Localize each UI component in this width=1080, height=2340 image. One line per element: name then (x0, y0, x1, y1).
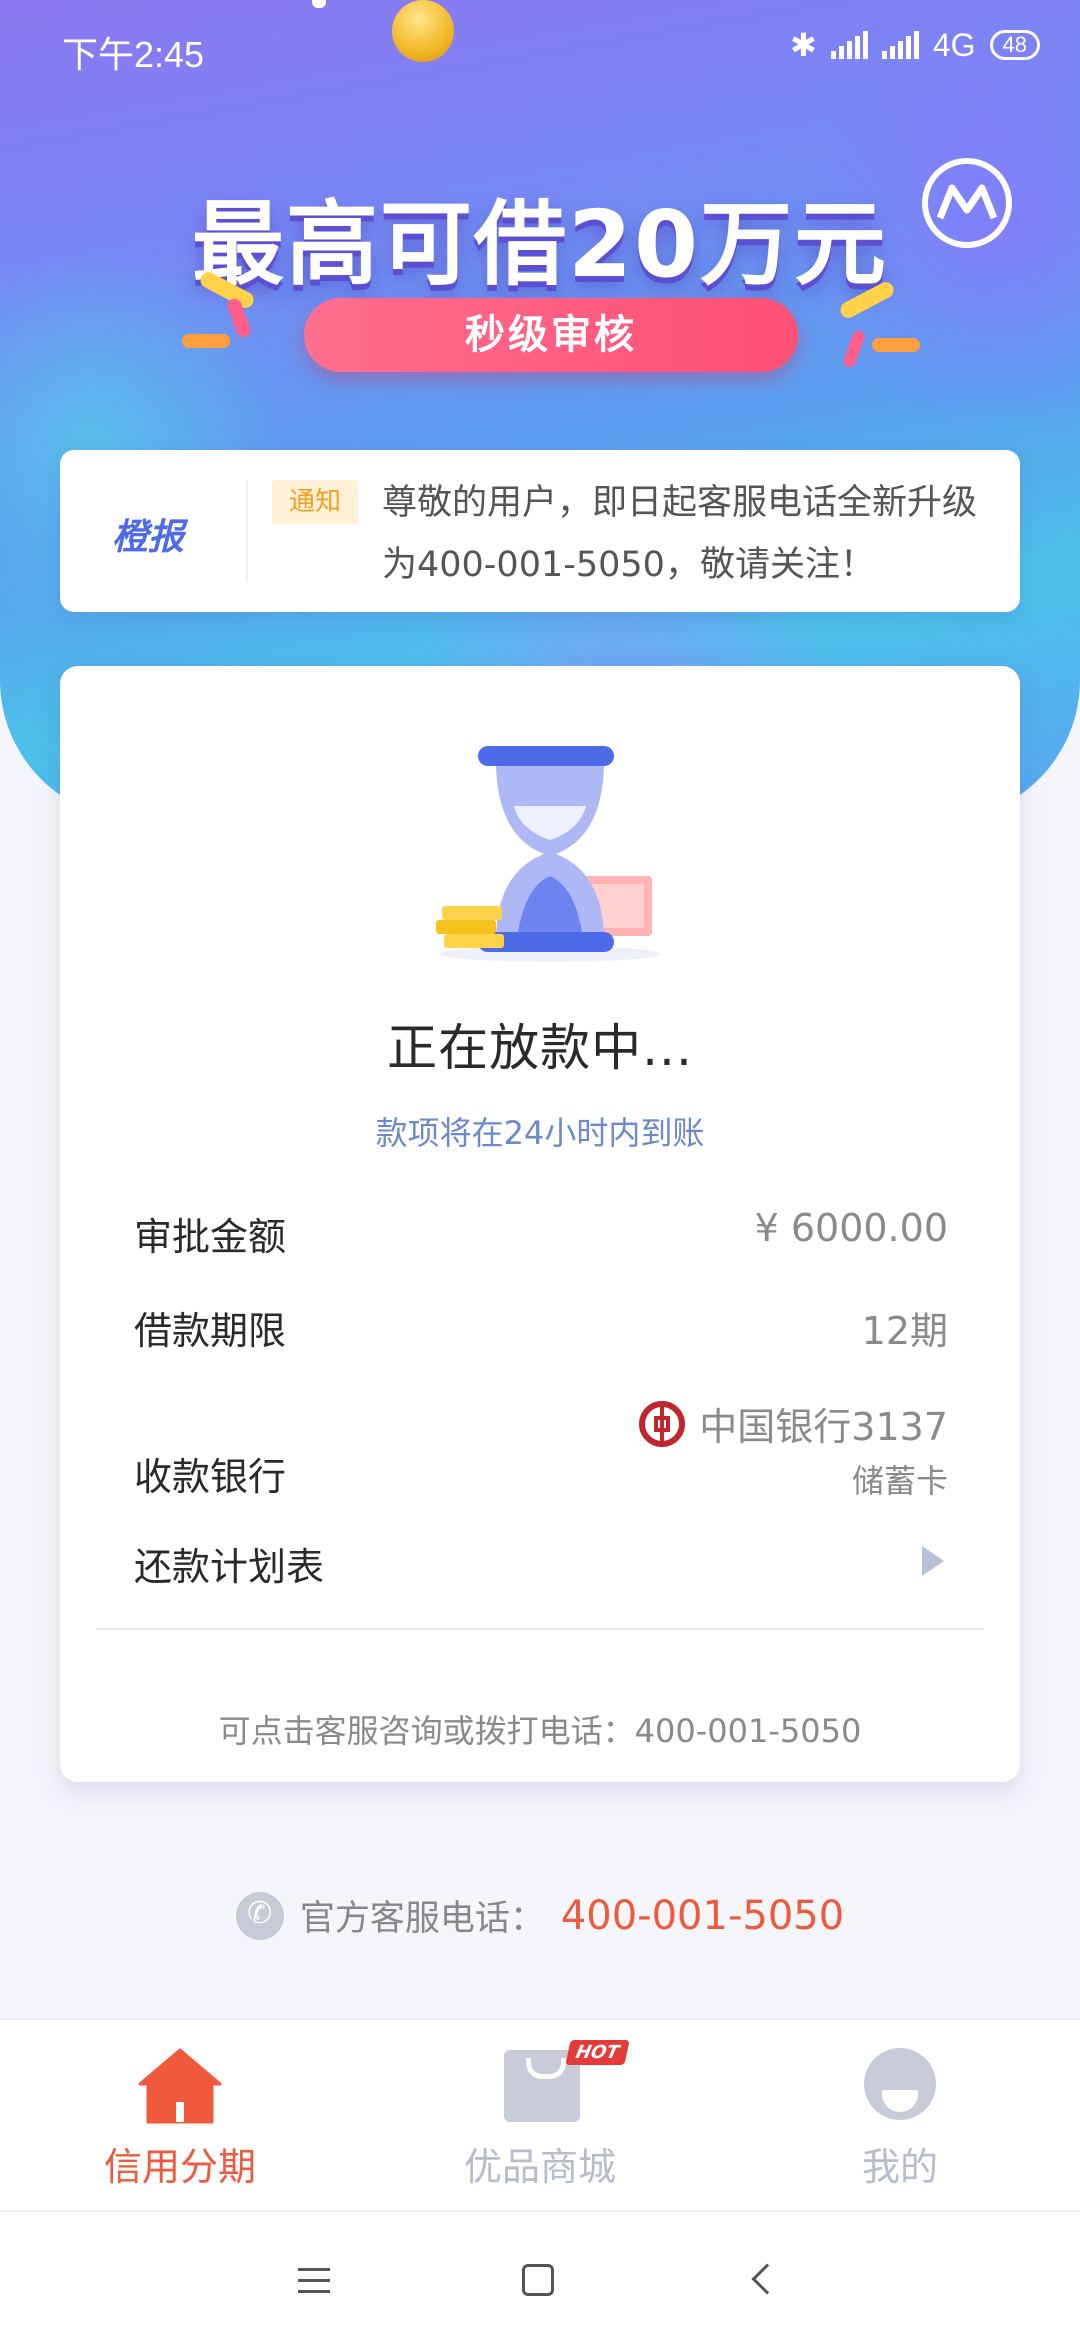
notice-tag: 通知 (272, 480, 358, 524)
phone-icon (235, 1891, 284, 1940)
divider (246, 480, 248, 582)
tab-label: 优品商城 (463, 2145, 616, 2189)
bluetooth-icon: ✱ (790, 27, 817, 63)
card-type: 储蓄卡 (851, 1462, 948, 1500)
tab-label: 信用分期 (103, 2145, 256, 2189)
receiving-bank-row: 收款银行 中国银行3137 储蓄卡 (134, 1396, 948, 1506)
row-label: 借款期限 (134, 1309, 287, 1353)
status-time: 下午2:45 (62, 34, 205, 75)
tab-label: 我的 (861, 2145, 938, 2189)
notice-bar[interactable]: 橙报 通知 尊敬的用户，即日起客服电话全新升级为400-001-5050，敬请关… (60, 450, 1020, 612)
menu-icon[interactable] (298, 2268, 330, 2294)
tab-credit-installment[interactable]: 信用分期 (0, 2020, 360, 2212)
tab-shop[interactable]: HOT 优品商城 (360, 2020, 720, 2212)
row-label: 审批金额 (134, 1215, 287, 1259)
tab-me[interactable]: 我的 (720, 2020, 1080, 2212)
hot-badge: HOT (565, 2040, 630, 2065)
status-icons: ✱ 4G 48 (790, 26, 1040, 64)
hotline-label: 官方客服电话： (299, 1899, 545, 1939)
divider (96, 1628, 984, 1630)
profile-icon (864, 2048, 936, 2120)
contact-hint[interactable]: 可点击客服咨询或拨打电话：400-001-5050 (60, 1706, 1020, 1752)
bank-of-china-icon (639, 1400, 686, 1447)
loan-status-title: 正在放款中... (387, 1019, 693, 1077)
row-label: 还款计划表 (134, 1545, 325, 1589)
home-icon (138, 2048, 222, 2124)
home-square-icon[interactable] (522, 2264, 554, 2296)
back-icon[interactable] (751, 2263, 783, 2295)
loan-status-card: 正在放款中... 款项将在24小时内到账 审批金额 ¥ 6000.00 借款期限… (60, 666, 1020, 1782)
row-label: 收款银行 (134, 1455, 287, 1499)
battery-icon: 48 (989, 30, 1040, 60)
bottom-tab-bar: 信用分期 HOT 优品商城 我的 (0, 2018, 1080, 2210)
bank-info: 中国银行3137 (639, 1396, 948, 1451)
hourglass-icon (436, 746, 660, 962)
loan-term-value: 12期 (861, 1309, 948, 1353)
status-bar: 下午2:45 ✱ 4G 48 (0, 0, 1080, 96)
hotline-number[interactable]: 400-001-5050 (561, 1893, 844, 1939)
notice-text: 尊敬的用户，即日起客服电话全新升级为400-001-5050，敬请关注！ (382, 483, 978, 585)
decor-dot (312, 0, 326, 8)
brand-logo-icon[interactable] (922, 158, 1012, 248)
official-hotline[interactable]: 官方客服电话： 400-001-5050 (0, 1890, 1080, 1941)
notice-brand-logo: 橙报 (112, 517, 185, 558)
approved-amount-value: ¥ 6000.00 (754, 1206, 948, 1250)
signal-icon (830, 31, 868, 59)
spark-decor (182, 334, 230, 348)
loan-status-subtitle: 款项将在24小时内到账 (375, 1114, 705, 1152)
chevron-right-icon (922, 1546, 944, 1576)
hero-headline: 最高可借20万元 (191, 191, 889, 298)
bank-name: 中国银行3137 (699, 1405, 948, 1449)
network-type: 4G (932, 26, 976, 63)
fast-review-pill: 秒级审核 (304, 298, 798, 372)
system-nav-bar (0, 2210, 1080, 2340)
gold-coin-icon (381, 0, 465, 73)
repayment-schedule-row[interactable]: 还款计划表 (134, 1536, 948, 1591)
spark-decor (872, 338, 920, 352)
approved-amount-row: 审批金额 ¥ 6000.00 (134, 1206, 948, 1261)
loan-term-row: 借款期限 12期 (134, 1300, 948, 1355)
signal-icon (881, 31, 919, 59)
